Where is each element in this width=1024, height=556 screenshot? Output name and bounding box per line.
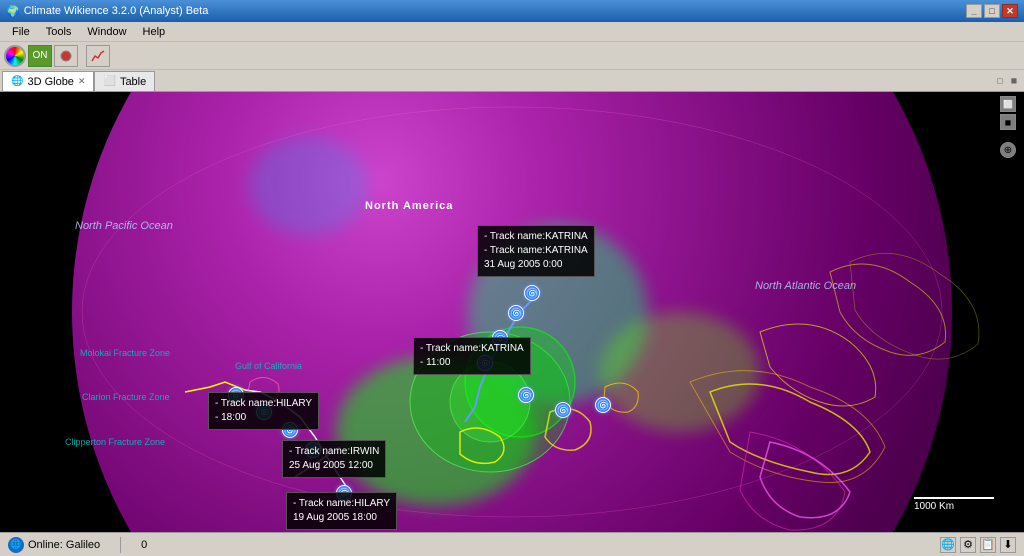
tab-3d-globe-close[interactable]: ✕	[78, 76, 86, 87]
minimize-button[interactable]: _	[966, 4, 982, 18]
status-bar: 🌐 Online: Galileo 0 🌐 ⚙ 📋 ⬇	[0, 532, 1024, 556]
coordinate-display: 0	[141, 539, 147, 551]
storm-icon-katrina-1[interactable]: 🌀	[524, 285, 540, 301]
tab-minimize-icon[interactable]: ◻	[994, 74, 1006, 86]
storm-icon-hilary-1[interactable]: 🌀	[228, 387, 244, 403]
status-btn-1[interactable]: 🌐	[940, 537, 956, 553]
table-tab-icon: ⬜	[103, 76, 115, 87]
scale-label: 1000 Km	[914, 501, 954, 512]
status-btn-3[interactable]: 📋	[980, 537, 996, 553]
record-button[interactable]	[54, 45, 78, 67]
menu-file[interactable]: File	[4, 24, 38, 40]
online-status: Online: Galileo	[28, 539, 100, 551]
right-controls: ⬜ ◼ ⊕	[1000, 96, 1016, 158]
tab-table-label: Table	[120, 76, 146, 88]
color-wheel-button[interactable]	[4, 45, 26, 67]
storm-icon-irwin[interactable]: 🌀	[305, 442, 321, 458]
data-toggle-button[interactable]: ON	[28, 45, 52, 67]
menu-help[interactable]: Help	[135, 24, 174, 40]
close-button[interactable]: ✕	[1002, 4, 1018, 18]
menu-bar: File Tools Window Help	[0, 22, 1024, 42]
chart-button[interactable]	[86, 45, 110, 67]
maximize-button[interactable]: □	[984, 4, 1000, 18]
menu-window[interactable]: Window	[79, 24, 134, 40]
zoom-fit-button[interactable]: ⬜	[1000, 96, 1016, 112]
globe-tab-icon: 🌐	[11, 76, 23, 87]
storm-icon-hilary-3[interactable]: 🌀	[282, 422, 298, 438]
storm-icon-katrina-2[interactable]: 🌀	[508, 305, 524, 321]
storm-icon-katrina-3[interactable]: 🌀	[492, 330, 508, 346]
zoom-full-button[interactable]: ◼	[1000, 114, 1016, 130]
tab-table[interactable]: ⬜ Table	[94, 71, 155, 91]
status-btn-2[interactable]: ⚙	[960, 537, 976, 553]
storm-icon-hilary-2[interactable]: 🌀	[256, 404, 272, 420]
storm-icon-hilary-4[interactable]: 🌀	[336, 485, 352, 501]
tab-3d-globe[interactable]: 🌐 3D Globe ✕	[2, 71, 94, 91]
main-content: 🌀 🌀 🌀 🌀 🌀 🌀 🌀 🌀 🌀 🌀 🌀 🌀 - Track name:KAT…	[0, 92, 1024, 532]
storm-icon-katrina-7[interactable]: 🌀	[595, 397, 611, 413]
rotate-control[interactable]: ⊕	[1000, 142, 1016, 158]
storm-icon-katrina-6[interactable]: 🌀	[555, 402, 571, 418]
tab-bar: 🌐 3D Globe ✕ ⬜ Table ◻ ◼	[0, 70, 1024, 92]
menu-tools[interactable]: Tools	[38, 24, 80, 40]
tab-maximize-icon[interactable]: ◼	[1008, 74, 1020, 86]
scale-bar: 1000 Km	[914, 497, 994, 512]
app-icon: 🌍	[6, 5, 20, 18]
window-title: Climate Wikience 3.2.0 (Analyst) Beta	[24, 5, 209, 17]
status-btn-4[interactable]: ⬇	[1000, 537, 1016, 553]
storm-icon-katrina-5[interactable]: 🌀	[518, 387, 534, 403]
title-bar: 🌍 Climate Wikience 3.2.0 (Analyst) Beta …	[0, 0, 1024, 22]
toolbar: ON	[0, 42, 1024, 70]
storm-icon-katrina-4[interactable]: 🌀	[477, 355, 493, 371]
globe-status-icon: 🌐	[8, 537, 24, 553]
tab-3d-globe-label: 3D Globe	[27, 76, 73, 88]
